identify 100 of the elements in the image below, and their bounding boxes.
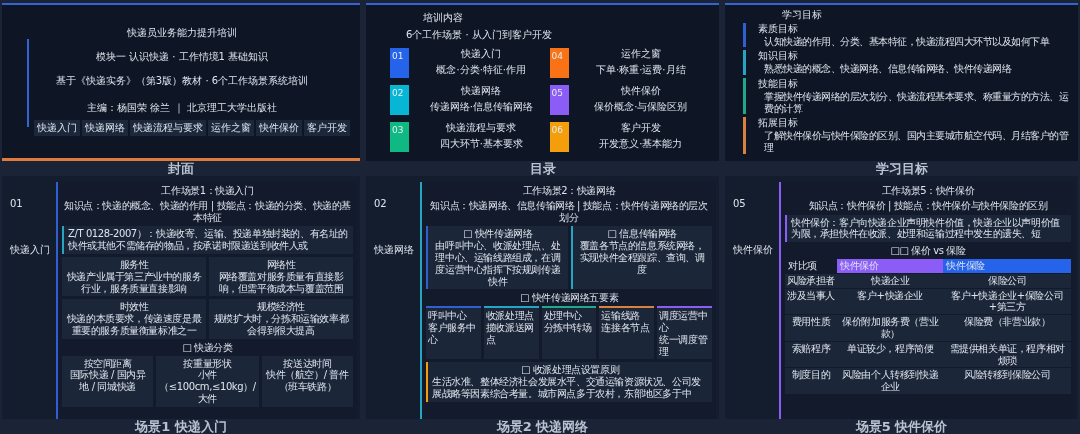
subtitle-text: 6个工作场景 · 从入门到客户开发 [406, 27, 553, 42]
card-title: 运输线路 [601, 310, 641, 322]
slide-caption: 学习目标 [874, 161, 929, 176]
scene-label: 快件保价 [733, 243, 774, 256]
item-title: 快递流程与要求 [445, 121, 518, 134]
number-block: 06 [549, 121, 569, 152]
card-text: 客户服务中心 [428, 321, 477, 346]
card-title: □ 信息传输网络 [606, 228, 678, 240]
scene-number: 02 [374, 198, 388, 210]
card-title: 服务性 [118, 259, 150, 271]
card-title: 规模经济性 [256, 301, 306, 314]
table-cell-text: 客户+快递企业+保险公司+第三方 [950, 288, 1065, 315]
subtitle-text: 模块一 认识快递 · 工作情境1 基础知识 [95, 50, 269, 63]
topic-tag: 运作之窗 [208, 120, 254, 136]
goal-label: 拓展目标 [758, 117, 799, 130]
scene-label: 快递入门 [10, 243, 51, 256]
card-text: 由呼叫中心、收派处理点、处理中心、运输线路组成，在调度运营中心指挥下按规则传递快件 [434, 240, 562, 288]
card-title: 网络性 [265, 259, 297, 271]
card-text: 规模扩大时，分拣和运输效率都会得到很大提高 [212, 313, 350, 337]
card-text: 小件（≤100cm,≤10kg）/ 大件 [159, 369, 256, 405]
item-title: 快递入门 [460, 47, 503, 60]
card-text: 快递产业属于第三产业中的服务行业，服务质量直接影响 [65, 270, 203, 295]
note-text: 生活水准、整体经济社会发展水平、交通运输资源状况、公司发展战略等因素综合考量。城市网点多于农村，东部地区多于中 [432, 376, 702, 400]
section-heading: □ 快件传递网络五要素 [518, 292, 620, 305]
card-text: 快递的本质要求，传递速度是最重要的服务质量衡量标准之一 [65, 313, 203, 337]
number-block: 02 [390, 84, 409, 115]
table-cell-text: 快递企业 [869, 273, 911, 288]
number-block: 01 [390, 47, 409, 78]
slide-title: 学习目标 [780, 8, 823, 21]
scene-number: 01 [10, 198, 24, 210]
points-text: 知识点：快递的概念、快递的作用 | 技能点：快递的分类、快递的基本特征 [63, 199, 352, 224]
goal-label: 知识目标 [758, 50, 799, 63]
table-cell-text: 保价附加服务费（营业款） [841, 315, 940, 341]
note-text: Z/T 0128-2007）：快递收寄、运输、投递单独封装的、有名址的快件或其他不需储存的物品，按承诺时限递送到收件人或 [68, 228, 349, 252]
card-title: 按重量形状 [182, 357, 233, 369]
table-cell-text: 需提供相关单证，程序相对烦琐 [948, 341, 1066, 368]
table-cell-text: 保险费（非营业款） [962, 315, 1052, 330]
section-heading: □ 收派处理点设置原则 [519, 364, 621, 376]
card-text: 分拣中转场 [543, 321, 593, 334]
goal-text: 熟悉快递的概念、快递网络、信息传输网络、快件传递网络 [763, 63, 1011, 75]
table-cell-text: 风险转移到保险公司 [962, 368, 1052, 383]
points-text: 知识点：快递网络、信息传输网络 | 技能点：快件传递网络的层次划分 [429, 199, 709, 224]
goal-text: 掌握快件传递网络的层次划分、快递流程基本要求、称重量方的方法、运费的计算 [763, 90, 1069, 115]
card-title: 时效性 [118, 301, 150, 314]
goal-text: 了解快件保价与快件保险的区别、国内主要城市航空代码、月结客户的管理 [763, 130, 1070, 154]
slide-title: 工作场景2：快递网络 [521, 185, 617, 197]
section-heading: □□ 保价 vs 保险 [889, 245, 967, 257]
slide-caption: 场景5 快件保价 [854, 419, 949, 434]
goal-label: 技能目标 [758, 78, 799, 90]
slide-caption: 场景2 快递网络 [495, 419, 590, 434]
slide-title: 工作场景5：快件保价 [880, 185, 976, 197]
card-text: 连接各节点 [601, 321, 651, 334]
card-text: 国际快递 / 国内异地 / 同城快递 [68, 369, 147, 393]
table-cell-text: 风险承担者 [786, 273, 836, 288]
table-cell-text: 费用性质 [790, 315, 832, 330]
card-title: 按空间距离 [82, 357, 133, 369]
table-cell-text: 涉及当事人 [786, 288, 836, 303]
card-title: □ 快件传递网络 [462, 228, 534, 240]
item-subtitle: 下单·称重·运费·月结 [594, 64, 687, 77]
points-text: 知识点：快件保价 | 技能点：快件保价与快件保险的区别 [807, 199, 1049, 212]
table-cell-text: 保险公司 [986, 273, 1028, 288]
card-title: 收派处理点 [485, 310, 535, 322]
goal-text: 认知快递的作用、分类、基本特征，快递流程四大环节以及如何下单 [763, 35, 1049, 48]
topic-tag: 快递入门 [34, 120, 80, 136]
scene-number: 05 [733, 198, 747, 210]
topic-tag: 快递网络 [82, 120, 128, 136]
header-cell-text: 对比项 [787, 259, 818, 273]
slide-caption: 封面 [167, 161, 195, 176]
item-title: 快件保价 [619, 84, 662, 97]
card-title: 处理中心 [543, 310, 583, 322]
card-title: 调度运营中心 [659, 310, 709, 334]
header-cell: 快件保价 [837, 259, 944, 273]
table-cell-text: 风险由个人转移到快递企业 [841, 368, 940, 394]
item-title: 客户开发 [619, 121, 662, 134]
item-subtitle: 四大环节·基本要求 [438, 138, 524, 151]
item-subtitle: 传递网络·信息传输网络 [428, 101, 534, 114]
table-cell-text: 客户+快递企业 [856, 288, 924, 303]
section-heading: □ 快递分类 [181, 341, 234, 354]
card-title: 按送达时间 [282, 357, 332, 369]
slide-caption: 目录 [528, 161, 557, 176]
item-subtitle: 概念·分类·特征·作用 [435, 64, 527, 77]
topic-tag: 快件保价 [256, 120, 302, 136]
subtitle-text: 基于《快递实务》（第3版）教材 · 6个工作场景系统培训 [55, 74, 309, 87]
card-text: 网络覆盖对服务质量有直接影响，但需平衡成本与覆盖范围 [217, 270, 345, 295]
card-text: 快件（航空）/ 普件（班车铁路） [265, 369, 350, 393]
topic-tag: 快递流程与要求 [130, 120, 206, 136]
table-cell-text: 索赔程序 [790, 341, 832, 356]
slide-caption: 场景1 快递入门 [133, 419, 228, 434]
slide-title: 工作场景1：快递入门 [160, 185, 255, 197]
slide-title: 培训内容 [421, 11, 464, 24]
goal-label: 素质目标 [758, 22, 799, 35]
card-text: 覆盖各节点的信息系统网络，实现快件全程跟踪、查询、调度 [578, 240, 706, 276]
slide-title: 快递员业务能力提升培训 [127, 27, 237, 39]
note-text: 快件保价：客户向快递企业声明快件价值，快递企业以声明价值为限，承担快件在收派、处理和运输过程中发生的遗失、短 [791, 216, 1061, 241]
table-cell-text: 单证较少，程序简便 [845, 341, 935, 356]
item-title: 快递网络 [460, 84, 503, 97]
table-cell-text: 制度目的 [790, 368, 832, 383]
number-block: 04 [549, 47, 569, 78]
card-title: 呼叫中心 [428, 310, 468, 322]
card-text: 统一调度管理 [659, 333, 709, 358]
